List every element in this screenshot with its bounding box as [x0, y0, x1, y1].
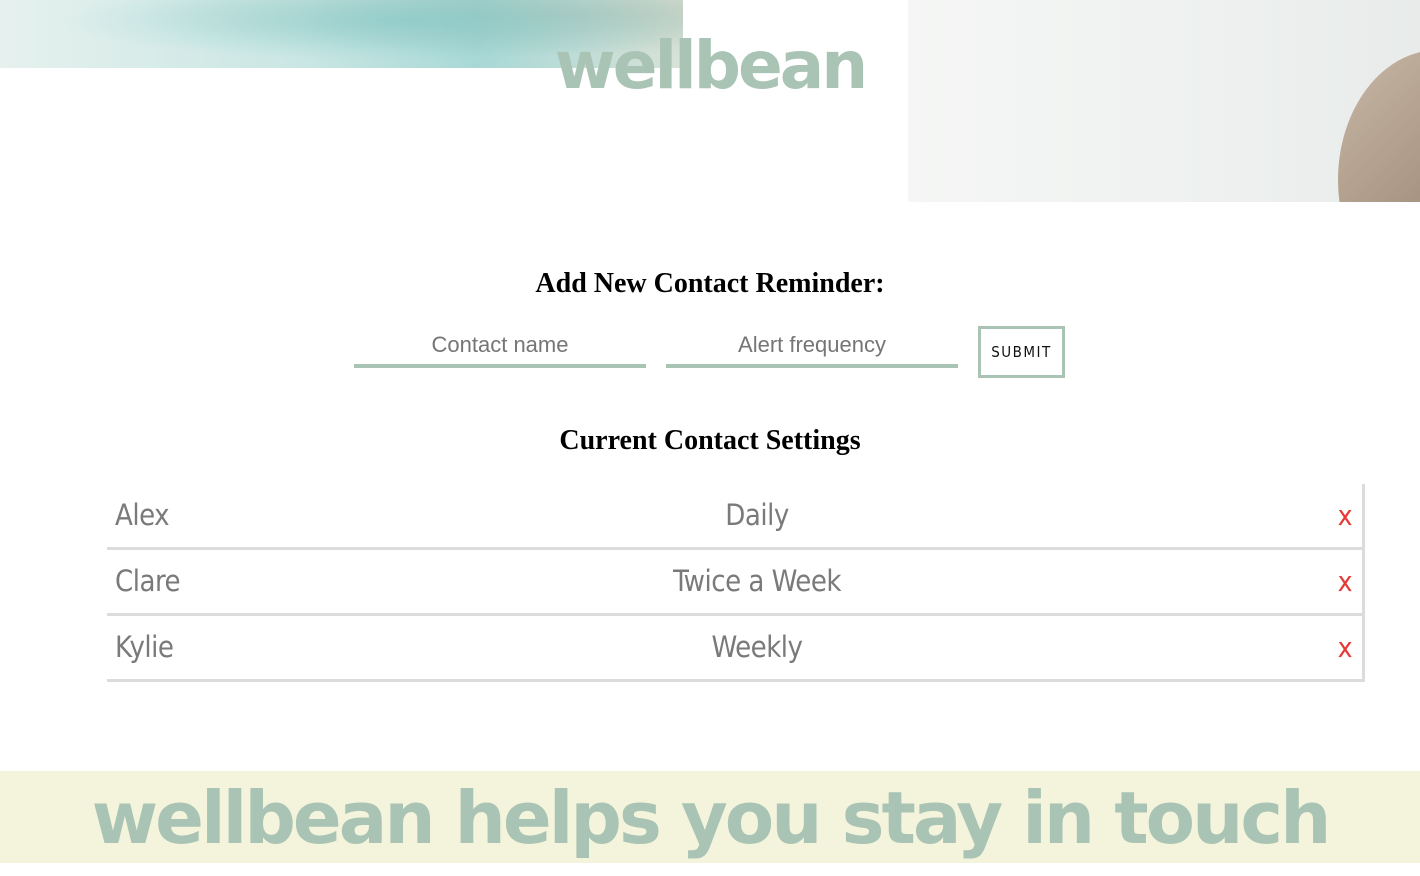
alert-frequency-input[interactable] — [666, 326, 958, 368]
contact-name: Clare — [115, 564, 181, 598]
add-contact-title: Add New Contact Reminder: — [535, 268, 885, 299]
delete-contact-button[interactable]: x — [1338, 616, 1353, 679]
contact-frequency: Weekly — [711, 630, 803, 664]
contact-settings-list: Alex Daily x Clare Twice a Week x Kylie … — [107, 484, 1365, 682]
contact-row: Kylie Weekly x — [107, 616, 1365, 682]
contact-name-input[interactable] — [354, 326, 646, 368]
contact-row: Alex Daily x — [107, 484, 1365, 550]
header: wellbean — [0, 0, 1420, 202]
logo[interactable]: wellbean — [0, 26, 1420, 106]
submit-button[interactable]: SUBMIT — [978, 326, 1065, 378]
delete-contact-button[interactable]: x — [1338, 550, 1353, 613]
contact-name: Kylie — [115, 630, 174, 664]
contact-frequency: Daily — [725, 498, 789, 532]
delete-contact-button[interactable]: x — [1338, 484, 1353, 547]
contact-name: Alex — [115, 498, 170, 532]
footer-tagline: wellbean helps you stay in touch — [91, 776, 1332, 860]
contact-row: Clare Twice a Week x — [107, 550, 1365, 616]
contact-frequency: Twice a Week — [673, 564, 842, 598]
contact-settings-title: Current Contact Settings — [559, 425, 861, 456]
